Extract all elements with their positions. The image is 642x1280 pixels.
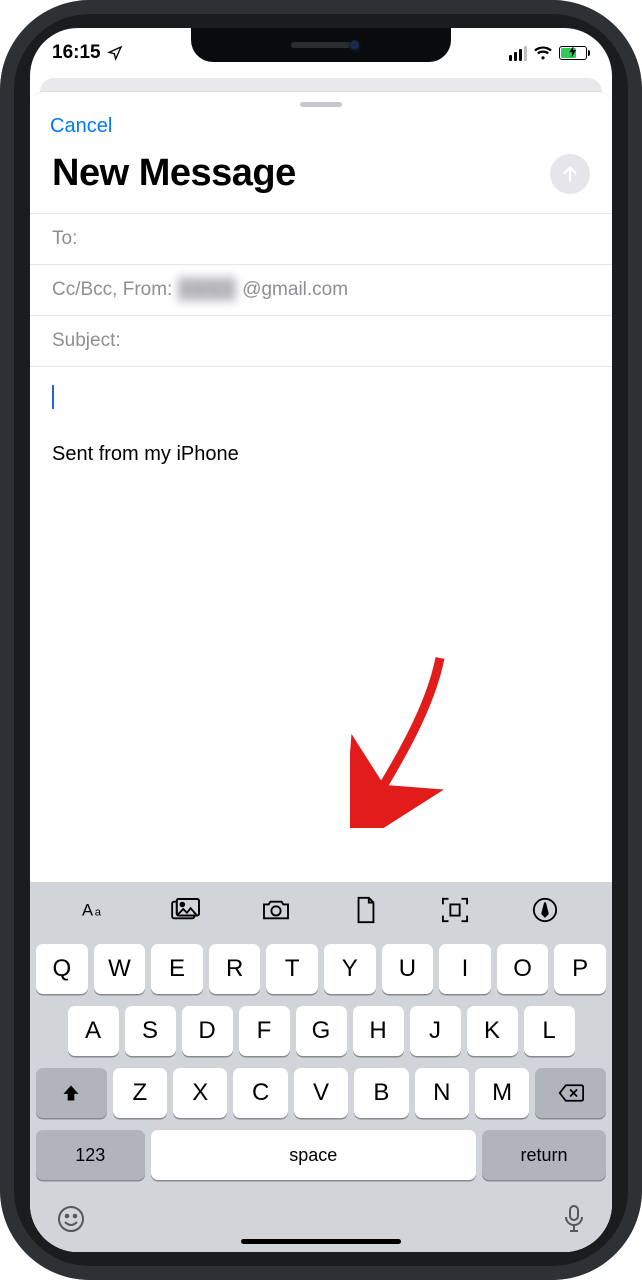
keyboard-toolbar: Aa bbox=[30, 882, 612, 938]
key-p[interactable]: P bbox=[554, 944, 606, 994]
key-d[interactable]: D bbox=[182, 1006, 233, 1056]
keyboard-row-bottom: 123 space return bbox=[36, 1130, 606, 1180]
key-t[interactable]: T bbox=[266, 944, 318, 994]
key-b[interactable]: B bbox=[354, 1068, 408, 1118]
dictation-button[interactable] bbox=[562, 1204, 586, 1239]
key-m[interactable]: M bbox=[475, 1068, 529, 1118]
battery-icon bbox=[559, 46, 591, 60]
shift-icon bbox=[61, 1083, 81, 1103]
text-cursor bbox=[52, 385, 54, 409]
key-j[interactable]: J bbox=[410, 1006, 461, 1056]
format-text-button[interactable]: Aa bbox=[75, 888, 119, 932]
keyboard-row-2: ASDFGHJKL bbox=[36, 1006, 606, 1056]
keyboard-row-3: ZXCVBNM bbox=[36, 1068, 606, 1118]
key-g[interactable]: G bbox=[296, 1006, 347, 1056]
backspace-key[interactable] bbox=[535, 1068, 606, 1118]
markup-button[interactable] bbox=[523, 888, 567, 932]
phone-frame: 16:15 bbox=[0, 0, 642, 1280]
key-c[interactable]: C bbox=[233, 1068, 287, 1118]
key-l[interactable]: L bbox=[524, 1006, 575, 1056]
key-k[interactable]: K bbox=[467, 1006, 518, 1056]
key-x[interactable]: X bbox=[173, 1068, 227, 1118]
key-w[interactable]: W bbox=[94, 944, 146, 994]
key-e[interactable]: E bbox=[151, 944, 203, 994]
send-button[interactable] bbox=[550, 154, 590, 194]
status-time: 16:15 bbox=[52, 42, 101, 64]
key-s[interactable]: S bbox=[125, 1006, 176, 1056]
home-indicator[interactable] bbox=[241, 1239, 401, 1244]
arrow-up-icon bbox=[559, 163, 581, 185]
shift-key[interactable] bbox=[36, 1068, 107, 1118]
cancel-button[interactable]: Cancel bbox=[30, 111, 132, 152]
compose-title: New Message bbox=[52, 152, 296, 195]
key-v[interactable]: V bbox=[294, 1068, 348, 1118]
svg-text:A: A bbox=[82, 901, 93, 919]
key-i[interactable]: I bbox=[439, 944, 491, 994]
notch bbox=[191, 28, 451, 62]
to-field[interactable]: To: bbox=[30, 213, 612, 264]
message-body[interactable]: Sent from my iPhone bbox=[30, 367, 612, 607]
from-domain: @gmail.com bbox=[242, 279, 348, 301]
signature-text: Sent from my iPhone bbox=[52, 443, 590, 466]
camera-button[interactable] bbox=[254, 888, 298, 932]
backspace-icon bbox=[558, 1083, 584, 1103]
key-z[interactable]: Z bbox=[113, 1068, 167, 1118]
key-f[interactable]: F bbox=[239, 1006, 290, 1056]
space-key[interactable]: space bbox=[151, 1130, 477, 1180]
insert-photo-button[interactable] bbox=[164, 888, 208, 932]
key-h[interactable]: H bbox=[353, 1006, 404, 1056]
keyboard-row-1: QWERTYUIOP bbox=[36, 944, 606, 994]
key-y[interactable]: Y bbox=[324, 944, 376, 994]
emoji-icon bbox=[56, 1204, 86, 1234]
keyboard: Aa bbox=[30, 882, 612, 1252]
key-o[interactable]: O bbox=[497, 944, 549, 994]
ccbcc-from-label: Cc/Bcc, From: bbox=[52, 279, 172, 301]
wifi-icon bbox=[533, 45, 553, 61]
key-n[interactable]: N bbox=[415, 1068, 469, 1118]
attach-document-button[interactable] bbox=[344, 888, 388, 932]
key-r[interactable]: R bbox=[209, 944, 261, 994]
scan-document-button[interactable] bbox=[433, 888, 477, 932]
subject-label: Subject: bbox=[52, 330, 121, 352]
numbers-key[interactable]: 123 bbox=[36, 1130, 145, 1180]
sheet-grabber[interactable] bbox=[300, 102, 342, 107]
svg-text:a: a bbox=[95, 906, 102, 918]
ccbcc-from-field[interactable]: Cc/Bcc, From: ████ @gmail.com bbox=[30, 264, 612, 315]
screen: 16:15 bbox=[30, 28, 612, 1252]
return-key[interactable]: return bbox=[482, 1130, 606, 1180]
key-u[interactable]: U bbox=[382, 944, 434, 994]
from-redacted: ████ bbox=[178, 279, 236, 301]
microphone-icon bbox=[562, 1204, 586, 1234]
key-q[interactable]: Q bbox=[36, 944, 88, 994]
emoji-button[interactable] bbox=[56, 1204, 86, 1239]
annotation-arrow bbox=[350, 648, 470, 833]
compose-sheet: Cancel New Message To: Cc/Bcc, From: ███… bbox=[30, 92, 612, 1252]
to-label: To: bbox=[52, 228, 77, 250]
key-a[interactable]: A bbox=[68, 1006, 119, 1056]
subject-field[interactable]: Subject: bbox=[30, 315, 612, 367]
cellular-signal-icon bbox=[509, 46, 527, 61]
location-arrow-icon bbox=[107, 45, 123, 61]
